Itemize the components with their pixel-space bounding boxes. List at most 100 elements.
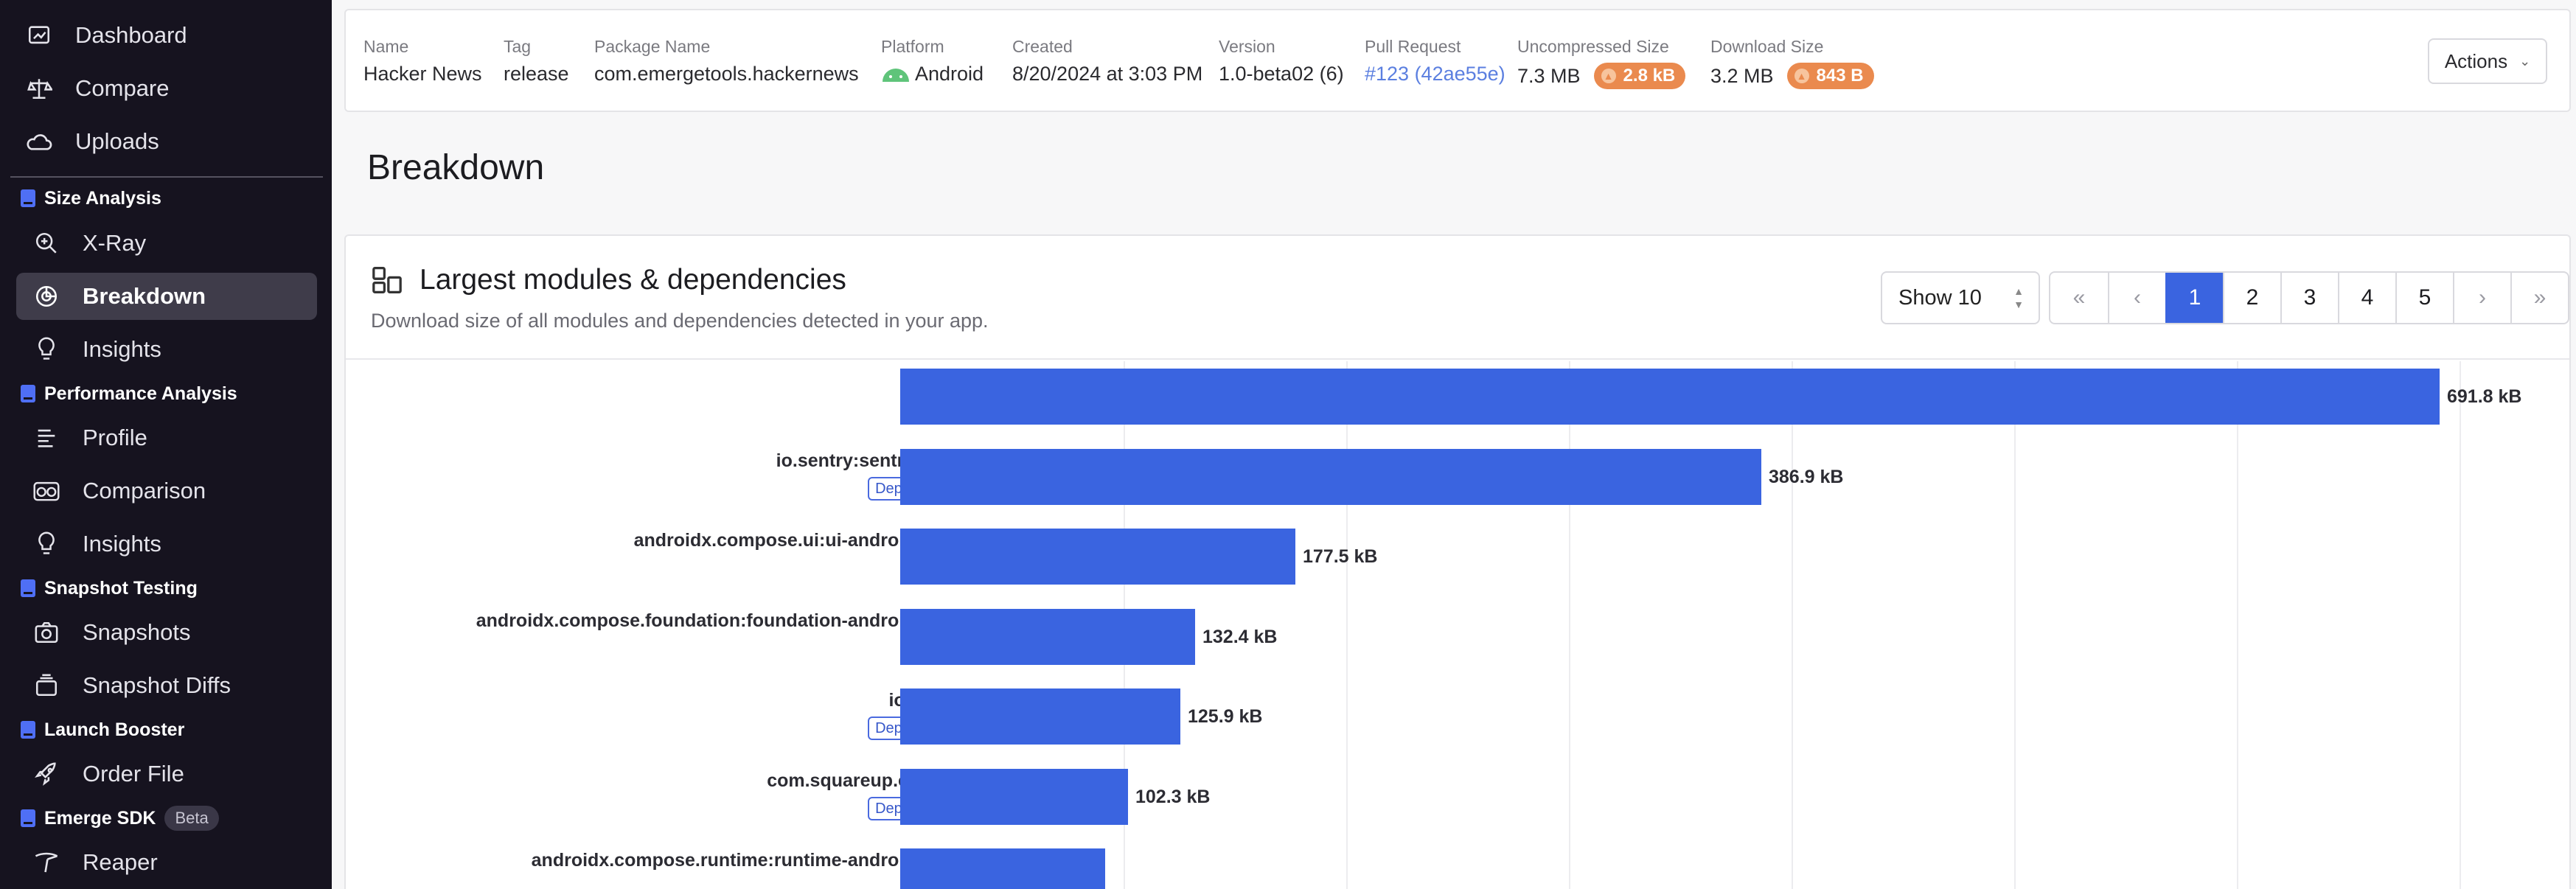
bar[interactable] [900, 608, 1195, 665]
bar-value-label: 102.3 kB [1135, 786, 1211, 807]
size-delta-badge: ▲ 2.8 kB [1593, 63, 1686, 89]
arrow-up-icon: ▲ [1601, 69, 1616, 83]
nav-insights-size[interactable]: Insights [16, 326, 317, 373]
meta-value: 3.2 MB ▲ 843 B [1710, 63, 1874, 89]
book-icon [21, 189, 35, 207]
nav-label: Snapshots [83, 619, 191, 645]
modules-card: Largest modules & dependencies Download … [344, 234, 2571, 889]
rocket-icon [31, 759, 62, 789]
card-subtitle: Download size of all modules and depende… [371, 310, 989, 332]
meta-version: Version 1.0-beta02 (6) [1219, 37, 1344, 86]
meta-package: Package Name com.emergetools.hackernews [594, 37, 859, 86]
stack-icon [31, 670, 62, 701]
book-icon [21, 579, 35, 597]
nav-uploads[interactable]: Uploads [16, 118, 317, 165]
card-title-text: Largest modules & dependencies [420, 264, 846, 296]
nav-order-file[interactable]: Order File [16, 750, 317, 798]
beta-badge: Beta [164, 806, 219, 831]
dashboard-icon [24, 20, 55, 51]
nav-comparison[interactable]: Comparison [16, 467, 317, 515]
bar[interactable] [900, 448, 1761, 505]
grid-line [1569, 361, 1570, 889]
meta-value: com.emergetools.hackernews [594, 63, 859, 85]
bar[interactable] [900, 688, 1180, 745]
page-button[interactable]: 2 [2223, 273, 2280, 323]
nav-compare[interactable]: Compare [16, 65, 317, 112]
modules-icon [371, 265, 403, 295]
bar[interactable] [900, 529, 1295, 585]
android-icon [883, 68, 909, 82]
nav-label: Reaper [83, 849, 158, 875]
nav-snapshots[interactable]: Snapshots [16, 609, 317, 656]
nav-label: Profile [83, 425, 147, 450]
bar-value-label: 386.9 kB [1769, 466, 1844, 487]
page-title: Breakdown [367, 148, 545, 187]
meta-name: Name Hacker News [363, 37, 482, 86]
section-performance-analysis: Performance Analysis [21, 379, 237, 408]
first-page-button[interactable]: « [2050, 273, 2108, 323]
section-size-analysis: Size Analysis [21, 184, 161, 213]
meta-pull-request: Pull Request #123 (42ae55e) [1365, 37, 1505, 86]
meta-label: Tag [504, 37, 532, 56]
nav-label: Dashboard [75, 22, 187, 48]
platform-value: Android [915, 63, 984, 85]
page-size-select[interactable]: Show 10 ▲ ▼ [1881, 271, 2040, 324]
page-size-value: Show 10 [1898, 285, 1982, 310]
meta-label: Created [1012, 37, 1073, 56]
grid-line [1346, 361, 1348, 889]
lightbulb-icon [31, 334, 62, 365]
section-title: Performance Analysis [44, 383, 237, 404]
lightbulb-icon [31, 529, 62, 559]
size-value: 7.3 MB [1517, 64, 1581, 87]
pull-request-link[interactable]: #123 (42ae55e) [1365, 63, 1505, 86]
nav-insights-performance[interactable]: Insights [16, 520, 317, 568]
zoom-icon [31, 228, 62, 259]
size-value: 3.2 MB [1710, 64, 1774, 87]
actions-button[interactable]: Actions ⌄ [2428, 38, 2547, 84]
meta-value: 7.3 MB ▲ 2.8 kB [1517, 63, 1686, 89]
delta-value: 843 B [1816, 66, 1864, 86]
page-button[interactable]: 5 [2395, 273, 2453, 323]
meta-platform: Platform Android [881, 37, 984, 86]
nav-x-ray[interactable]: X-Ray [16, 220, 317, 267]
book-icon [21, 385, 35, 402]
meta-value: Hacker News [363, 63, 482, 85]
meta-download-size: Download Size 3.2 MB ▲ 843 B [1710, 37, 1874, 89]
pie-chart-icon [31, 281, 62, 312]
nav-label: Comparison [83, 478, 206, 503]
size-delta-badge: ▲ 843 B [1786, 63, 1874, 89]
nav-dashboard[interactable]: Dashboard [16, 12, 317, 59]
book-icon [21, 809, 35, 827]
meta-value: 8/20/2024 at 3:03 PM [1012, 63, 1203, 85]
meta-label: Name [363, 37, 409, 56]
next-page-button[interactable]: › [2453, 273, 2510, 323]
meta-value: release [504, 63, 569, 85]
section-title: Launch Booster [44, 719, 185, 740]
last-page-button[interactable]: » [2510, 273, 2568, 323]
prev-page-button[interactable]: ‹ [2108, 273, 2165, 323]
page-button[interactable]: 4 [2338, 273, 2395, 323]
page-button[interactable]: 3 [2280, 273, 2338, 323]
section-title: Emerge SDK [44, 807, 156, 829]
nav-snapshot-diffs[interactable]: Snapshot Diffs [16, 662, 317, 709]
bar-value-label: 177.5 kB [1303, 546, 1378, 567]
bar-value-label: 691.8 kB [2447, 386, 2522, 407]
section-title: Snapshot Testing [44, 577, 198, 599]
nav-label: Snapshot Diffs [83, 672, 232, 698]
page-button[interactable]: 1 [2165, 273, 2223, 323]
meta-value: Android [881, 63, 984, 86]
cloud-icon [24, 126, 55, 157]
meta-label: Platform [881, 37, 944, 56]
card-title: Largest modules & dependencies [371, 264, 846, 296]
nav-breakdown[interactable]: Breakdown [16, 273, 317, 320]
build-metadata-bar: Name Hacker News Tag release Package Nam… [344, 9, 2571, 112]
nav-reaper[interactable]: Reaper [16, 839, 317, 886]
grid-line [1792, 361, 1793, 889]
bar[interactable] [900, 369, 2440, 425]
nav-profile[interactable]: Profile [16, 414, 317, 461]
bar[interactable] [900, 768, 1128, 825]
grid-line [2460, 361, 2461, 889]
pagination: « ‹ 1 2 3 4 5 › » [2049, 271, 2569, 324]
bar[interactable] [900, 848, 1105, 889]
meta-uncompressed-size: Uncompressed Size 7.3 MB ▲ 2.8 kB [1517, 37, 1686, 89]
